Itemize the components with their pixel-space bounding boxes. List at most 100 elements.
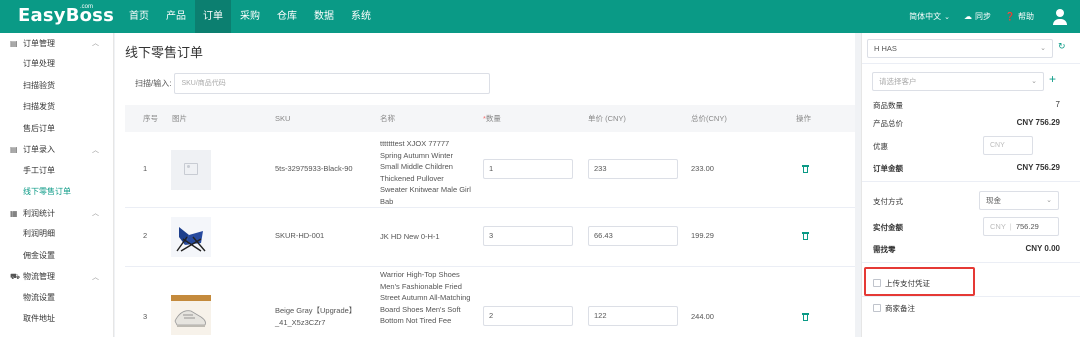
- delete-icon[interactable]: [802, 165, 809, 173]
- price-input[interactable]: 233: [588, 159, 678, 179]
- topbar-right-actions: 简体中文 ⌄ ☁ 同步 ❓ 帮助: [895, 0, 1068, 33]
- sidebar-item-manual-order[interactable]: 手工订单: [0, 160, 113, 182]
- sync-button[interactable]: ☁ 同步: [964, 11, 991, 22]
- chevron-up-icon: ︿: [92, 40, 99, 47]
- sidebar-group-logistics[interactable]: ⛟ 物流管理 ︿: [0, 267, 113, 287]
- table-row: 2 SKUR-HD-001 JK HD New 0-H-1 3 66.43 19…: [125, 208, 855, 267]
- add-customer-button[interactable]: +: [1049, 72, 1056, 86]
- table-row: 3 Beige Gray【Upgrade】_41_X5z3CZr7 Warrio…: [125, 267, 855, 337]
- payment-method-value: 现金: [986, 196, 1001, 205]
- row-total: 233.00: [691, 164, 714, 173]
- sidebar-group-label: 利润统计: [23, 208, 55, 218]
- scan-input[interactable]: SKU/商品代码: [174, 73, 491, 94]
- nav-home[interactable]: 首页: [121, 0, 157, 33]
- scan-row: 扫描/输入: SKU/商品代码: [135, 73, 491, 94]
- main-content: 线下零售订单 扫描/输入: SKU/商品代码 序号 图片 SKU 名称 *数量 …: [115, 33, 855, 337]
- row-index: 1: [143, 164, 148, 173]
- qty-input[interactable]: 3: [483, 226, 573, 246]
- qty-input[interactable]: 2: [483, 306, 573, 326]
- scan-label: 扫描/输入:: [135, 79, 172, 88]
- row-sku: 5ts-32975933-Black-90: [275, 164, 353, 173]
- chevron-down-icon: ⌄: [1040, 45, 1046, 52]
- product-image-camping-chair: [171, 217, 211, 257]
- chevron-up-icon: ︿: [92, 210, 99, 218]
- customer-select-placeholder: 请选择客户: [879, 77, 917, 86]
- th-qty: *数量: [483, 105, 501, 132]
- table-header: 序号 图片 SKU 名称 *数量 单价 (CNY) 总价(CNY) 操作: [125, 105, 855, 132]
- row-name: tttttttest XJOX 77777 Spring Autumn Wint…: [380, 139, 471, 206]
- row-name: Warrior High-Top Shoes Men's Fashionable…: [380, 270, 471, 325]
- row-sku: Beige Gray【Upgrade】_41_X5z3CZr7: [275, 306, 357, 327]
- nav-products[interactable]: 产品: [158, 0, 194, 33]
- change-value: CNY 0.00: [1025, 244, 1060, 253]
- row-name: JK HD New 0-H-1: [380, 232, 440, 241]
- image-placeholder-icon: [171, 150, 211, 190]
- order-entry-icon: ▤: [10, 145, 18, 155]
- table-row: 1 5ts-32975933-Black-90 tttttttest XJOX …: [125, 132, 855, 208]
- merchant-note-label: 商家备注: [885, 304, 915, 313]
- sidebar-item-commission-settings[interactable]: 佣金设置: [0, 245, 113, 267]
- row-sku: SKUR-HD-001: [275, 231, 325, 240]
- product-qty-label: 商品数量: [873, 101, 903, 110]
- refresh-icon[interactable]: ↻: [1058, 41, 1066, 52]
- sidebar-item-profit-details[interactable]: 利润明细: [0, 223, 113, 245]
- paid-amount-input[interactable]: CNY | 756.29: [983, 217, 1059, 236]
- chevron-up-icon: ︿: [92, 273, 99, 281]
- payment-method-select[interactable]: 现金 ⌄: [979, 191, 1059, 210]
- th-qty-label: 数量: [485, 114, 501, 123]
- nav-data[interactable]: 数据: [306, 0, 342, 33]
- sidebar-group-order-entry[interactable]: ▤ 订单录入 ︿: [0, 140, 113, 160]
- chevron-down-icon: ⌄: [1031, 78, 1037, 85]
- language-switcher[interactable]: 简体中文 ⌄: [909, 11, 950, 22]
- th-total: 总价(CNY): [691, 114, 727, 123]
- customer-select[interactable]: 请选择客户 ⌄: [872, 72, 1044, 91]
- sidebar-item-scan-inspection[interactable]: 扫描验货: [0, 75, 113, 97]
- main-nav: 首页 产品 订单 采购 仓库 数据 系统: [121, 0, 380, 33]
- th-price: 单价 (CNY): [588, 114, 626, 123]
- payment-method-label: 支付方式: [873, 197, 903, 206]
- sidebar-item-after-sales[interactable]: 售后订单: [0, 118, 113, 140]
- user-avatar-icon[interactable]: [1052, 8, 1068, 25]
- nav-system[interactable]: 系统: [343, 0, 379, 33]
- delete-icon[interactable]: [802, 232, 809, 240]
- nav-purchase[interactable]: 采购: [232, 0, 268, 33]
- discount-input[interactable]: CNY: [983, 136, 1033, 155]
- nav-orders[interactable]: 订单: [195, 0, 231, 33]
- price-input[interactable]: 122: [588, 306, 678, 326]
- row-index: 3: [143, 312, 148, 321]
- delete-icon[interactable]: [802, 313, 809, 321]
- product-image-shoes: [171, 295, 211, 335]
- sidebar-item-offline-retail-order[interactable]: 线下零售订单: [0, 181, 113, 203]
- sidebar-item-pickup-address[interactable]: 取件地址: [0, 308, 113, 330]
- paid-amount-label: 实付金额: [873, 223, 903, 232]
- store-select[interactable]: H HAS ⌄: [867, 39, 1053, 58]
- store-select-value: H HAS: [874, 44, 897, 53]
- row-index: 2: [143, 231, 148, 240]
- nav-warehouse[interactable]: 仓库: [269, 0, 305, 33]
- help-button[interactable]: ❓ 帮助: [1005, 11, 1034, 22]
- chevron-up-icon: ︿: [92, 146, 99, 154]
- sidebar-item-logistics-settings[interactable]: 物流设置: [0, 287, 113, 309]
- row-total: 199.29: [691, 231, 714, 240]
- sidebar-item-scan-shipping[interactable]: 扫描发货: [0, 96, 113, 118]
- product-total-label: 产品总价: [873, 119, 903, 128]
- discount-label: 优惠: [873, 142, 888, 151]
- merchant-note-checkbox[interactable]: [873, 304, 881, 312]
- th-index: 序号: [143, 114, 158, 123]
- sidebar-group-profit-stats[interactable]: ▦ 利润统计 ︿: [0, 203, 113, 223]
- th-name: 名称: [380, 114, 395, 123]
- cloud-sync-icon: ☁: [964, 12, 973, 21]
- sync-label: 同步: [975, 12, 992, 21]
- sidebar-group-order-management[interactable]: ▤ 订单管理 ︿: [0, 33, 113, 53]
- easyboss-logo[interactable]: EasyBoss: [18, 5, 114, 26]
- highlight-box: [864, 267, 975, 296]
- sidebar-group-label: 物流管理: [23, 272, 55, 281]
- sidebar-group-label: 订单录入: [23, 145, 55, 155]
- sidebar-item-order-processing[interactable]: 订单处理: [0, 53, 113, 75]
- th-action: 操作: [796, 114, 811, 123]
- qty-input[interactable]: 1: [483, 159, 573, 179]
- th-image: 图片: [172, 114, 187, 123]
- page-title: 线下零售订单: [125, 45, 204, 60]
- paid-amount-value: 756.29: [1015, 222, 1039, 231]
- price-input[interactable]: 66.43: [588, 226, 678, 246]
